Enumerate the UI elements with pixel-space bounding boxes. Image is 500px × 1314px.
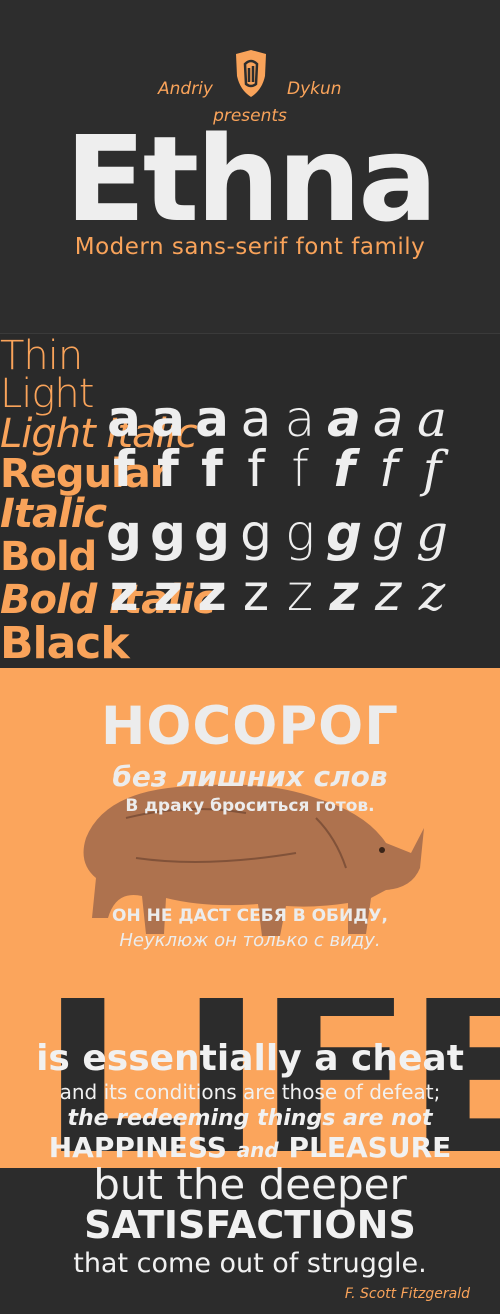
glyph: f <box>201 440 223 498</box>
glyph: g <box>194 504 230 562</box>
glyph: g <box>415 504 448 562</box>
glyph: z <box>374 564 402 622</box>
title-panel: Andriy Dykun presents Ethna Modern sans-… <box>0 0 500 333</box>
glyph-row-z: z z z z z z z z <box>105 566 495 620</box>
weight-italic: Italic <box>0 491 107 537</box>
glyph: g <box>326 504 362 562</box>
glyph: a <box>284 390 316 448</box>
shield-monogram-icon <box>236 50 266 97</box>
quote-line-5: but the deeper <box>93 1160 407 1209</box>
russian-line-2: В драку броситься готов. <box>125 796 375 816</box>
glyph: a <box>327 390 361 448</box>
font-tagline: Modern sans-serif font family <box>74 234 426 260</box>
font-title: Ethna <box>65 110 438 248</box>
glyph: g <box>284 504 315 562</box>
glyph: z <box>109 564 139 622</box>
glyph: z <box>197 564 227 622</box>
glyph: g <box>240 504 272 562</box>
russian-sample-panel: НОСОРОГ без лишних слов В драку броситьс… <box>0 668 500 998</box>
quote-line-7: that come out of struggle. <box>73 1248 427 1279</box>
quote-panel: LIFE is essentially a cheat and its cond… <box>0 998 500 1314</box>
glyph: a <box>195 390 229 448</box>
glyph-row-f: f f f f f f f f <box>105 442 495 496</box>
glyph: g <box>106 504 142 562</box>
glyph: f <box>247 440 265 498</box>
russian-line-3: ОН НЕ ДАСТ СЕБЯ В ОБИДУ, <box>112 906 388 926</box>
glyph-row-a: a a a a a a a a <box>105 392 495 446</box>
glyph: g <box>150 504 186 562</box>
weight-black: Black <box>0 618 130 669</box>
weight-thin: Thin <box>0 333 83 379</box>
glyph: z <box>286 564 314 622</box>
quote-author: F. Scott Fitzgerald <box>344 1286 470 1302</box>
glyph: f <box>379 440 397 498</box>
glyph: z <box>153 564 183 622</box>
russian-title: НОСОРОГ <box>100 696 400 757</box>
glyph-row-g: g g g g g g g g <box>105 506 495 560</box>
weights-panel: Thin Light Light Italic Regular Italic B… <box>0 333 500 669</box>
quote-line-1: is essentially a cheat <box>36 1038 464 1079</box>
glyph: a <box>372 390 404 448</box>
glyph: z <box>242 564 270 622</box>
glyph: z <box>418 564 446 622</box>
russian-line-1: без лишних слов <box>112 760 388 793</box>
glyph: a <box>240 390 272 448</box>
glyph: a <box>151 390 185 448</box>
quote-and: and <box>236 1138 279 1162</box>
author-first-name: Andriy <box>158 79 213 99</box>
glyph: f <box>113 440 135 498</box>
glyph: f <box>157 440 179 498</box>
quote-line-6: SATISFACTIONS <box>84 1203 416 1247</box>
author-last-name: Dykun <box>287 79 342 99</box>
glyph: f <box>333 440 355 498</box>
quote-line-3: the redeeming things are not <box>67 1106 433 1131</box>
glyph: f <box>291 440 309 498</box>
russian-line-4: Неуклюж он только с виду. <box>119 930 381 951</box>
glyph: g <box>372 504 404 562</box>
weight-bold: Bold <box>0 534 97 580</box>
glyph: a <box>107 390 141 448</box>
glyph: a <box>417 390 447 448</box>
glyph: z <box>329 564 359 622</box>
glyph: f <box>422 440 442 498</box>
weight-light: Light <box>0 371 94 417</box>
quote-line-2: and its conditions are those of defeat; <box>59 1080 441 1104</box>
